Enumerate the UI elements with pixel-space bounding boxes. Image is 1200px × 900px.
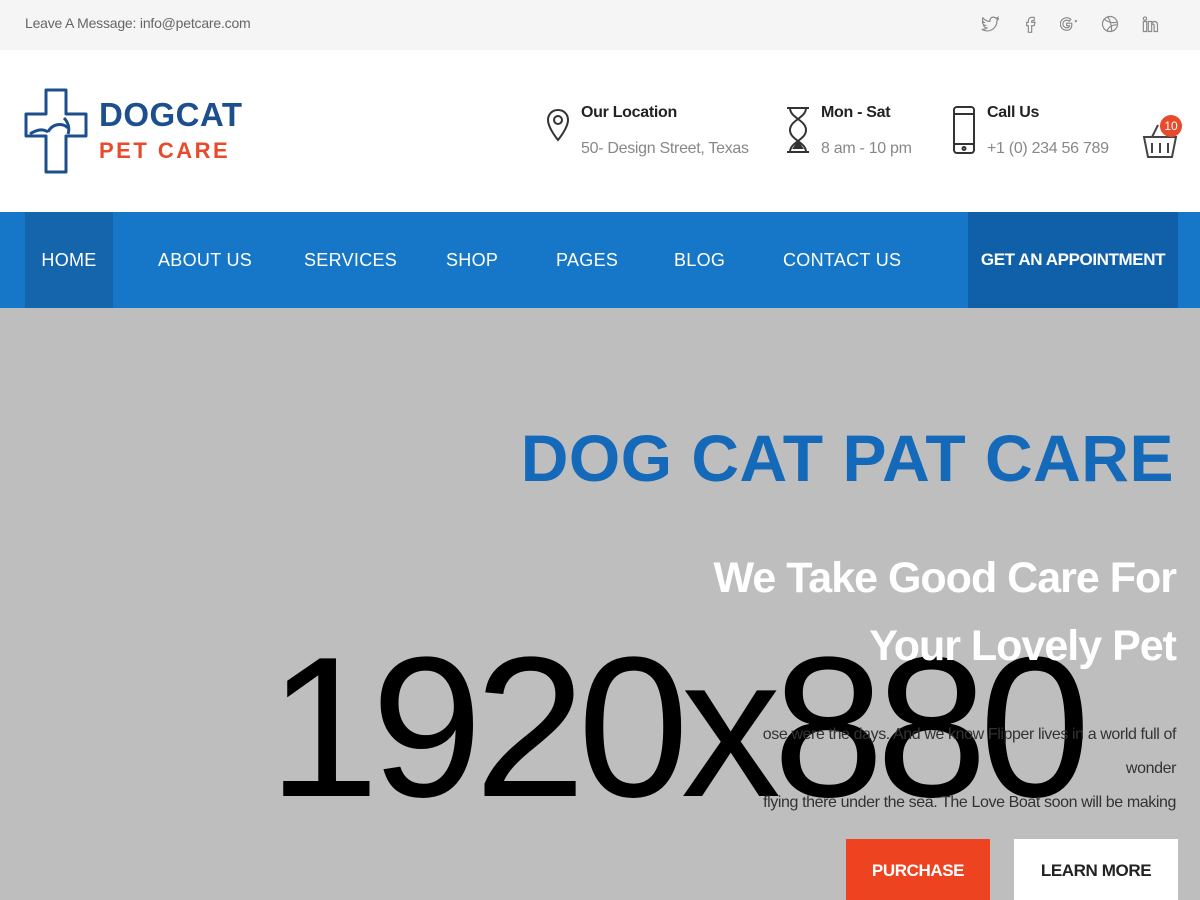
nav-item-pages[interactable]: PAGES [556, 212, 618, 308]
purchase-button[interactable]: PURCHASE [846, 839, 990, 900]
hours-info: Mon - Sat 8 am - 10 pm [784, 102, 924, 162]
phone-value: +1 (0) 234 56 789 [987, 140, 1109, 157]
facebook-icon[interactable] [1010, 10, 1050, 38]
hours-value: 8 am - 10 pm [821, 140, 912, 157]
nav-item-contact-us[interactable]: CONTACT US [783, 212, 901, 308]
phone-label: Call Us [987, 104, 1040, 121]
linkedin-icon[interactable] [1130, 10, 1170, 38]
logo[interactable]: DOGCAT PET CARE [24, 88, 242, 176]
google-plus-icon[interactable] [1050, 10, 1090, 38]
hero-subtitle: We Take Good Care For Your Lovely Pet [676, 544, 1177, 680]
location-info: Our Location 50- Design Street, Texas [544, 102, 749, 162]
hero-subtitle-line1: We Take Good Care For [713, 554, 1177, 602]
dribbble-icon[interactable] [1090, 10, 1130, 38]
cart-count-badge: 10 [1160, 115, 1182, 137]
hours-label: Mon - Sat [821, 104, 891, 121]
hero-description-line2: flying there under the sea. The Love Boa… [763, 794, 1176, 811]
nav-item-blog[interactable]: BLOG [674, 212, 725, 308]
contact-message: Leave A Message: info@petcare.com [25, 15, 251, 31]
brand-tagline: PET CARE [99, 138, 231, 163]
phone-info: Call Us +1 (0) 234 56 789 [950, 102, 1109, 162]
nav-item-about-us[interactable]: ABOUT US [158, 212, 252, 308]
mobile-phone-icon [950, 104, 978, 156]
logo-cross-icon [24, 88, 88, 174]
hero-description: ose were the days. And we know Flipper l… [716, 718, 1177, 820]
get-appointment-button[interactable]: GET AN APPOINTMENT [968, 212, 1178, 312]
cart-button[interactable]: 10 [1142, 115, 1186, 163]
hero-description-line1: ose were the days. And we know Flipper l… [762, 726, 1177, 777]
location-label: Our Location [581, 104, 677, 121]
nav-item-shop[interactable]: SHOP [446, 212, 498, 308]
hero-slider: 1920x880 DOG CAT PAT CARE We Take Good C… [0, 308, 1200, 900]
nav-item-services[interactable]: SERVICES [304, 212, 397, 308]
location-value: 50- Design Street, Texas [581, 140, 749, 157]
site-header: DOGCAT PET CARE Our Location 50- Design … [0, 50, 1200, 212]
hourglass-icon [784, 104, 812, 156]
social-links [970, 10, 1170, 38]
brand-name: DOGCAT [99, 96, 243, 133]
hero-title: DOG CAT PAT CARE [520, 421, 1174, 495]
hero-subtitle-line2: Your Lovely Pet [869, 622, 1177, 670]
nav-item-home[interactable]: HOME [25, 212, 113, 308]
learn-more-button[interactable]: LEARN MORE [1014, 839, 1178, 900]
top-bar: Leave A Message: info@petcare.com [0, 0, 1200, 50]
twitter-icon[interactable] [970, 10, 1010, 38]
location-pin-icon [544, 104, 572, 156]
